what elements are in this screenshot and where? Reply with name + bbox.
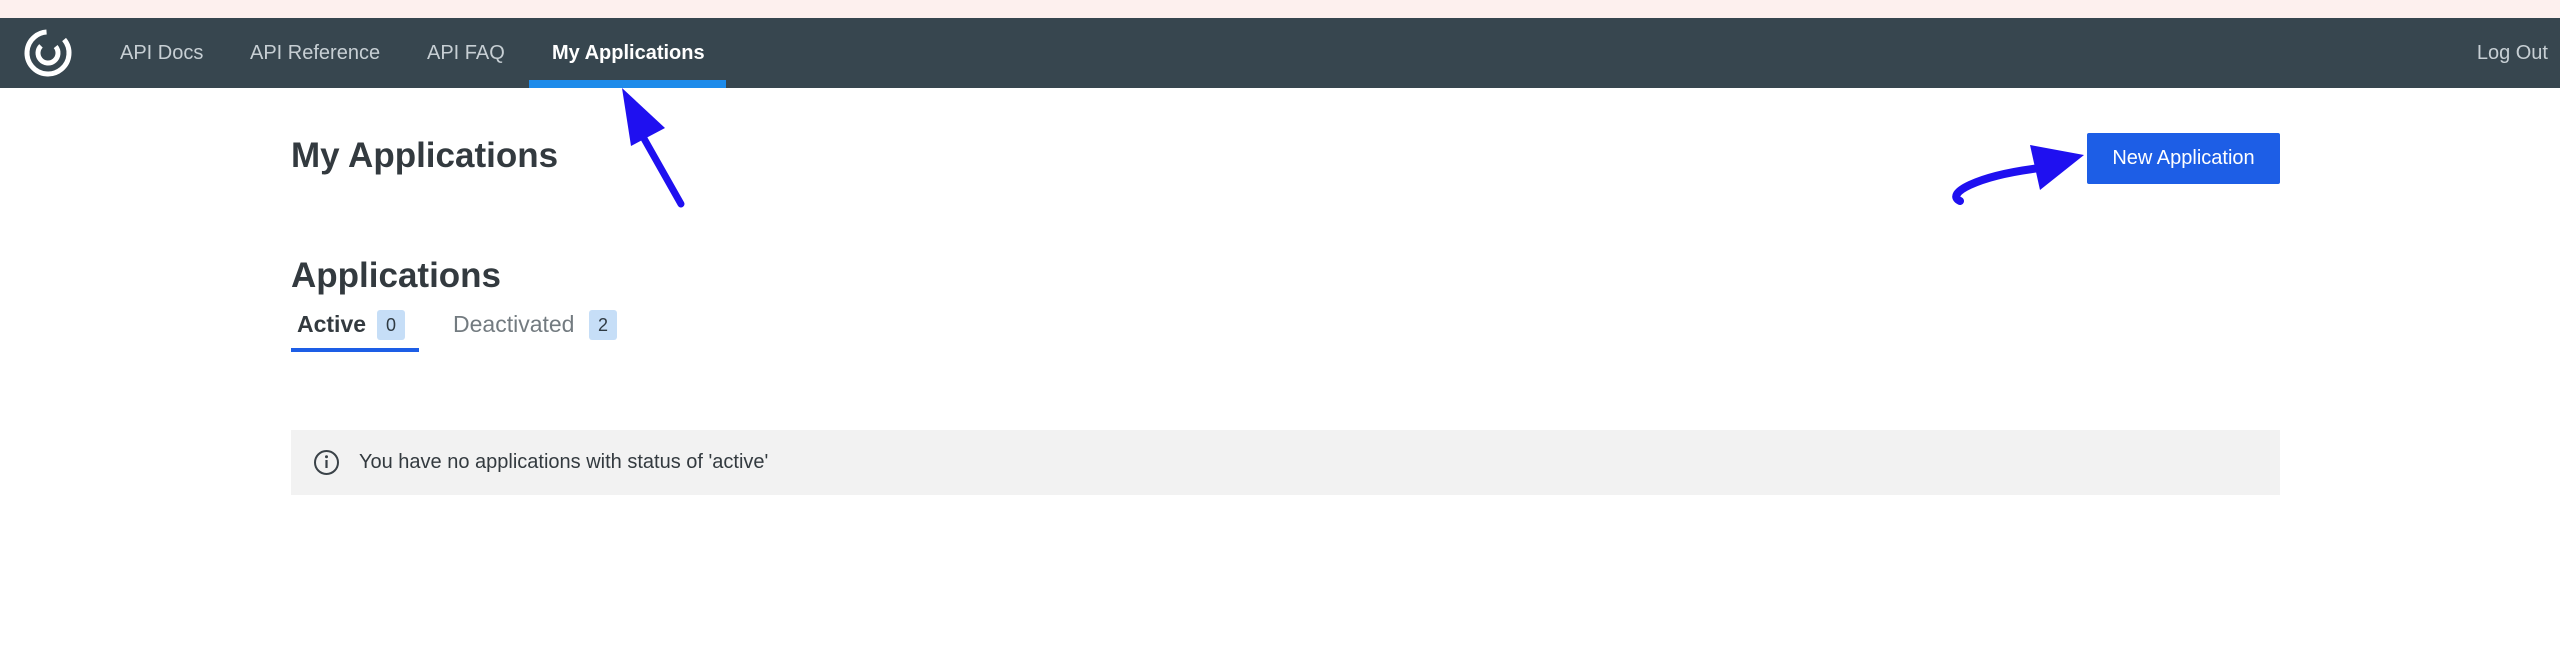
top-navbar: API Docs API Reference API FAQ My Applic… (0, 18, 2560, 88)
active-tab-indicator (291, 348, 419, 352)
nav-api-reference[interactable]: API Reference (250, 18, 380, 88)
arrow-to-new-application-icon (1952, 145, 2084, 205)
browser-top-strip (0, 0, 2560, 18)
empty-state-message: You have no applications with status of … (291, 430, 2280, 495)
new-application-button[interactable]: New Application (2087, 133, 2280, 184)
nav-api-docs[interactable]: API Docs (120, 18, 203, 88)
info-icon (314, 450, 339, 475)
empty-state-text: You have no applications with status of … (359, 451, 769, 473)
applications-heading: Applications (291, 256, 502, 295)
arrow-to-my-applications-icon (622, 88, 685, 208)
brand-logo-icon[interactable] (22, 27, 74, 79)
active-nav-indicator (529, 80, 726, 88)
page-title: My Applications (291, 136, 559, 175)
tab-deactivated-count-badge: 2 (589, 310, 617, 340)
tab-deactivated[interactable]: Deactivated 2 (453, 305, 623, 353)
log-out-link[interactable]: Log Out (2477, 18, 2548, 88)
tab-active[interactable]: Active 0 (291, 305, 419, 353)
nav-api-faq[interactable]: API FAQ (427, 18, 505, 88)
nav-my-applications[interactable]: My Applications (552, 18, 705, 88)
tab-active-label: Active (297, 311, 367, 337)
tab-deactivated-label: Deactivated (453, 311, 575, 337)
tab-active-count-badge: 0 (377, 310, 405, 340)
